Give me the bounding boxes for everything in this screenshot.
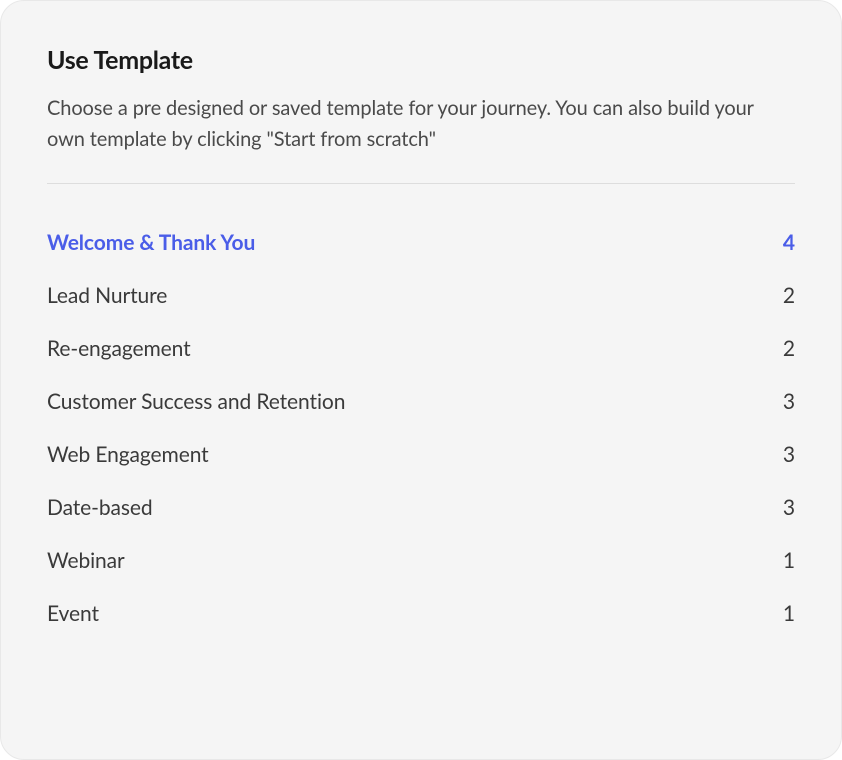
- panel-title: Use Template: [47, 45, 795, 75]
- category-item[interactable]: Welcome & Thank You 4: [47, 216, 795, 269]
- category-item[interactable]: Re-engagement 2: [47, 322, 795, 375]
- category-count: 2: [783, 336, 795, 361]
- category-item[interactable]: Customer Success and Retention 3: [47, 375, 795, 428]
- category-count: 1: [783, 548, 795, 573]
- category-label: Welcome & Thank You: [47, 230, 255, 255]
- category-count: 1: [783, 601, 795, 626]
- category-label: Customer Success and Retention: [47, 389, 345, 414]
- category-list: Welcome & Thank You4Lead Nurture2Re-enga…: [47, 216, 795, 640]
- category-label: Re-engagement: [47, 336, 191, 361]
- divider: [47, 183, 795, 184]
- category-count: 3: [783, 495, 795, 520]
- category-item[interactable]: Event 1: [47, 587, 795, 640]
- category-item[interactable]: Webinar 1: [47, 534, 795, 587]
- category-count: 4: [783, 230, 795, 255]
- category-count: 3: [783, 442, 795, 467]
- category-label: Event: [47, 601, 99, 626]
- category-label: Lead Nurture: [47, 283, 167, 308]
- category-label: Webinar: [47, 548, 125, 573]
- category-item[interactable]: Date-based 3: [47, 481, 795, 534]
- category-item[interactable]: Web Engagement 3: [47, 428, 795, 481]
- panel-description: Choose a pre designed or saved template …: [47, 93, 795, 155]
- category-item[interactable]: Lead Nurture 2: [47, 269, 795, 322]
- category-label: Date-based: [47, 495, 153, 520]
- template-chooser-panel: Use Template Choose a pre designed or sa…: [0, 0, 842, 760]
- category-count: 2: [783, 283, 795, 308]
- category-count: 3: [783, 389, 795, 414]
- category-label: Web Engagement: [47, 442, 209, 467]
